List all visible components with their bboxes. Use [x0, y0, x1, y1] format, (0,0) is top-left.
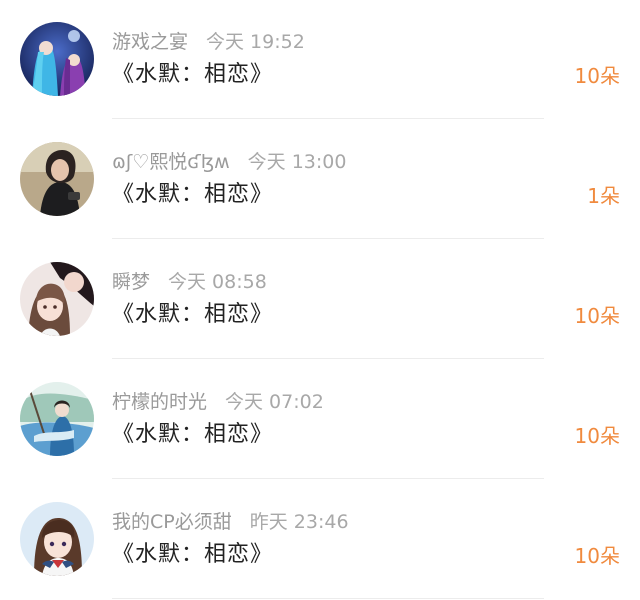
timestamp: 昨天 23:46 [249, 511, 349, 533]
gift-message-list: 游戏之宴 今天 19:52 《水默：相恋》 10朵 ɷʃ♡熙悦ʛɮʍ 今天 13:0… [0, 0, 640, 600]
sender-line: 瞬梦 今天 08:58 [112, 268, 267, 296]
divider [112, 118, 544, 119]
list-item[interactable]: 游戏之宴 今天 19:52 《水默：相恋》 10朵 [0, 0, 640, 120]
gift-count: 1朵 [587, 184, 620, 208]
avatar-person-dark-hair[interactable] [20, 142, 94, 216]
timestamp: 今天 19:52 [206, 31, 305, 53]
gift-count: 10朵 [574, 424, 620, 448]
sender-name[interactable]: 我的CP必须甜 [112, 511, 232, 533]
divider [112, 358, 544, 359]
divider [112, 478, 544, 479]
work-title[interactable]: 《水默：相恋》 [112, 298, 273, 332]
sender-line: ɷʃ♡熙悦ʛɮʍ 今天 13:00 [112, 148, 346, 176]
sender-name[interactable]: 游戏之宴 [112, 31, 188, 53]
gift-count: 10朵 [574, 304, 620, 328]
divider [112, 238, 544, 239]
avatar-swordsman-in-blue[interactable] [20, 382, 94, 456]
list-item[interactable]: ɷʃ♡熙悦ʛɮʍ 今天 13:00 《水默：相恋》 1朵 [0, 120, 640, 240]
sender-line: 我的CP必须甜 昨天 23:46 [112, 508, 349, 536]
timestamp: 今天 13:00 [247, 151, 347, 173]
avatar-anime-couple[interactable] [20, 262, 94, 336]
avatar-two-anime-girls-blue[interactable] [20, 22, 94, 96]
avatar-anime-girl-school-uniform[interactable] [20, 502, 94, 576]
work-title[interactable]: 《水默：相恋》 [112, 418, 273, 452]
sender-name[interactable]: ɷʃ♡熙悦ʛɮʍ [112, 151, 230, 173]
sender-name[interactable]: 瞬梦 [112, 271, 150, 293]
work-title[interactable]: 《水默：相恋》 [112, 538, 273, 572]
timestamp: 今天 08:58 [168, 271, 267, 293]
divider [112, 598, 544, 599]
work-title[interactable]: 《水默：相恋》 [112, 58, 273, 92]
work-title[interactable]: 《水默：相恋》 [112, 178, 273, 212]
sender-line: 游戏之宴 今天 19:52 [112, 28, 305, 56]
gift-count: 10朵 [574, 64, 620, 88]
sender-name[interactable]: 柠檬的时光 [112, 391, 207, 413]
list-item[interactable]: 瞬梦 今天 08:58 《水默：相恋》 10朵 [0, 240, 640, 360]
gift-count: 10朵 [574, 544, 620, 568]
list-item[interactable]: 柠檬的时光 今天 07:02 《水默：相恋》 10朵 [0, 360, 640, 480]
list-item[interactable]: 我的CP必须甜 昨天 23:46 《水默：相恋》 10朵 [0, 480, 640, 600]
timestamp: 今天 07:02 [225, 391, 324, 413]
sender-line: 柠檬的时光 今天 07:02 [112, 388, 324, 416]
